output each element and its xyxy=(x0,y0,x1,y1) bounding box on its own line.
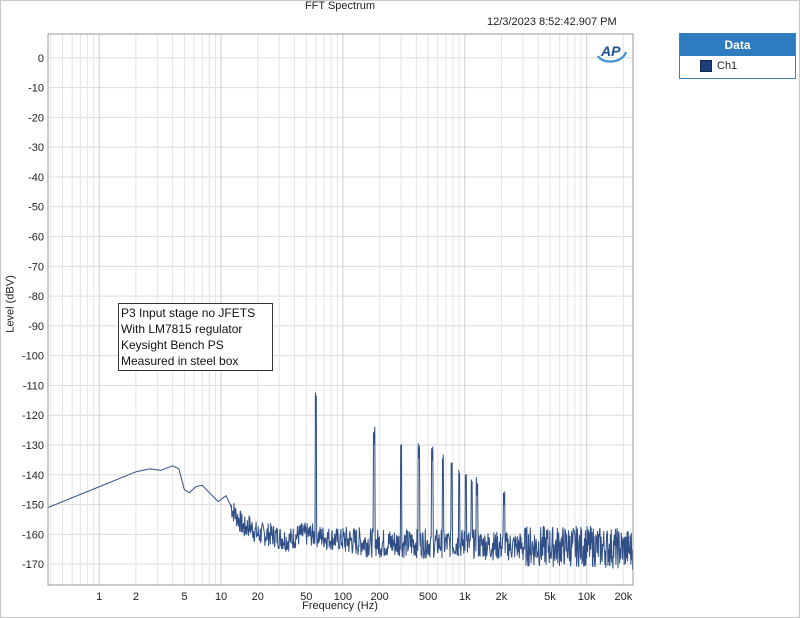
y-tick-label: -80 xyxy=(28,291,44,303)
legend-label: Ch1 xyxy=(717,60,738,72)
legend-item-ch1[interactable]: Ch1 xyxy=(680,56,795,76)
svg-text:AP: AP xyxy=(600,43,621,59)
y-tick-label: -110 xyxy=(23,380,44,392)
y-tick-label: -60 xyxy=(28,232,44,244)
y-tick-label: -50 xyxy=(28,202,44,214)
y-tick-label: -40 xyxy=(28,172,44,184)
timestamp: 12/3/2023 8:52:42.907 PM xyxy=(487,16,617,28)
y-tick-label: -140 xyxy=(22,470,44,482)
y-tick-label: -100 xyxy=(22,351,44,363)
x-axis-label: Frequency (Hz) xyxy=(302,600,378,612)
y-axis-label: Level (dBV) xyxy=(4,275,17,333)
chart-title: FFT Spectrum xyxy=(304,0,376,12)
annotation-line: With LM7815 regulator xyxy=(121,322,243,336)
ap-logo-icon: AP xyxy=(596,42,628,64)
y-tick-label: -20 xyxy=(28,112,44,124)
annotation-line: Keysight Bench PS xyxy=(121,338,224,352)
y-tick-label: 0 xyxy=(38,53,44,65)
y-tick-label: -10 xyxy=(28,83,44,95)
y-tick-labels: 0 -10 -20 -30 -40 -50 -60 -70 -80 -90 -100 -110 -120… xyxy=(22,53,44,571)
y-tick-label: -70 xyxy=(28,261,44,273)
annotation-box: P3 Input stage no JFETS With LM7815 regu… xyxy=(118,303,273,371)
annotation-line: P3 Input stage no JFETS xyxy=(121,306,256,320)
y-tick-label: -90 xyxy=(28,321,44,333)
legend[interactable]: Data Ch1 xyxy=(679,33,796,79)
y-tick-label: -130 xyxy=(22,440,44,452)
y-tick-label: -150 xyxy=(22,500,44,512)
y-tick-label: -160 xyxy=(22,529,44,541)
y-tick-label: -120 xyxy=(22,410,44,422)
annotation-line: Measured in steel box xyxy=(121,354,239,368)
y-tick-label: -170 xyxy=(22,559,44,571)
y-tick-label: -30 xyxy=(28,142,44,154)
legend-swatch xyxy=(700,60,712,72)
legend-header: Data xyxy=(680,34,795,56)
